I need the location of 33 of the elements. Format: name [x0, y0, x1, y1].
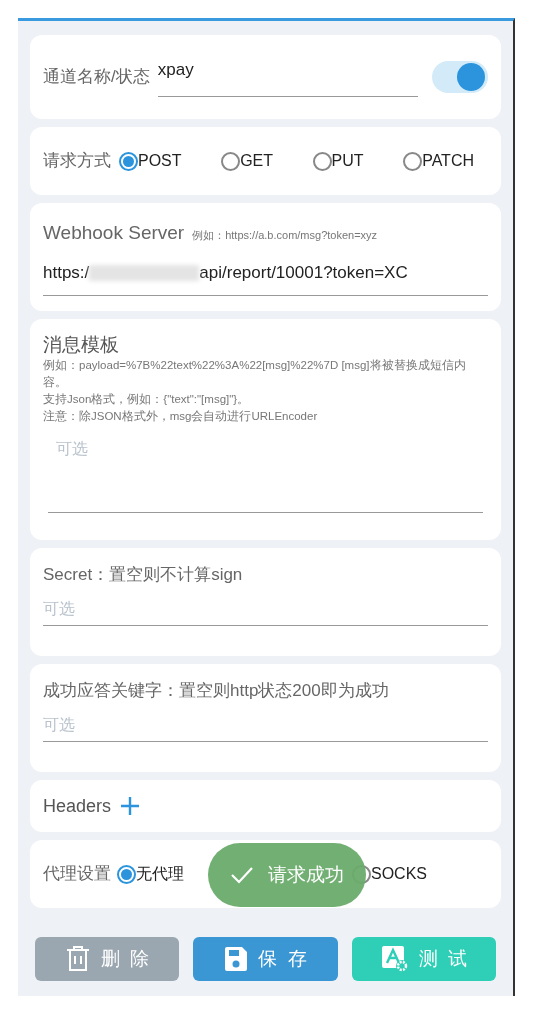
toggle-switch[interactable]	[432, 61, 488, 93]
field-label: 成功应答关键字：置空则http状态200即为成功	[43, 680, 390, 702]
field-label: 消息模板	[43, 333, 120, 357]
radio-option[interactable]: GET	[221, 149, 273, 173]
radio-button[interactable]	[119, 151, 138, 171]
trash-icon	[64, 945, 91, 973]
field-label: Secret：置空则不计算sign	[43, 564, 244, 586]
url-field[interactable]: https:/ api/report/10001?token=XC	[43, 257, 488, 296]
text-gear-icon	[380, 945, 409, 973]
field-label: 代理设置	[43, 863, 111, 886]
radio-option[interactable]: PATCH	[403, 149, 474, 173]
note-text: 例如：payload=%7B%22text%22%3A%22[msg]%22%7D [msg]将被替换成短信内容。	[43, 358, 467, 390]
template-input[interactable]: 可选	[48, 433, 483, 469]
note-text: 注意：除JSON格式外，msg会自动进行URLEncoder	[43, 409, 319, 424]
add-icon[interactable]	[119, 795, 142, 817]
radio-button[interactable]	[403, 151, 423, 171]
radio-option[interactable]: PUT	[312, 149, 364, 173]
success-toast: 请求成功	[208, 843, 366, 907]
check-icon	[230, 865, 254, 885]
field-label: 请求方式	[43, 150, 111, 173]
field-label: Webhook Server	[43, 221, 185, 245]
name-field[interactable]: xpay	[157, 57, 418, 97]
radio-button[interactable]	[117, 864, 136, 884]
note-text: 支持Json格式，例如：{"text":"[msg]"}。	[43, 392, 251, 407]
radio-button[interactable]	[312, 151, 332, 171]
name-input[interactable]: xpay	[157, 57, 418, 83]
field-label: 通道名称/状态	[43, 66, 150, 89]
template-field[interactable]: 可选	[48, 433, 483, 513]
radio-option[interactable]: 无代理	[117, 862, 184, 886]
field-label: Headers	[43, 794, 112, 818]
radio-option[interactable]: POST	[119, 149, 182, 173]
hint-text: 例如：https://a.b.com/msg?token=xyz	[192, 228, 378, 243]
radio-button[interactable]	[221, 151, 241, 171]
